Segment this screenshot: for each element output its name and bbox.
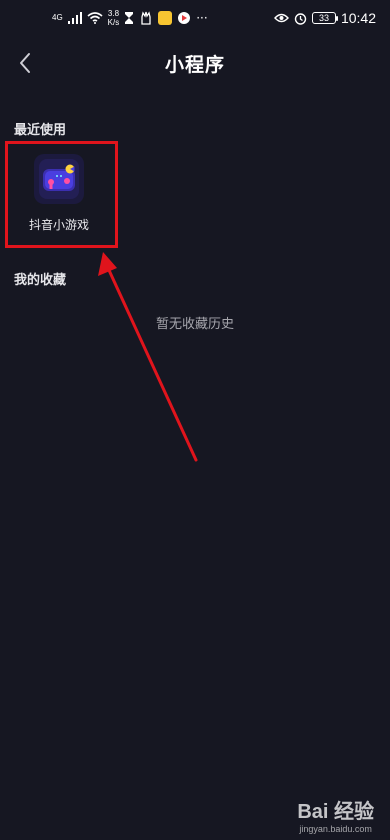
status-bar: 4G 3.8 K/s ··· 33 10:42 [0, 0, 390, 36]
favorites-section-title: 我的收藏 [14, 273, 67, 288]
app-notification-icon [158, 11, 173, 25]
net-speed-unit: K/s [107, 18, 120, 27]
favorites-empty-message: 暂无收藏历史 [155, 317, 234, 332]
hourglass-icon [125, 12, 134, 24]
status-right-group: 33 10:42 [273, 10, 376, 26]
alarm-icon [294, 12, 307, 25]
network-type: 4G [52, 13, 63, 22]
watermark-logo: Bai 经验 [297, 795, 374, 824]
battery-indicator: 33 [311, 12, 338, 24]
video-app-icon [178, 12, 191, 24]
clock: 10:42 [340, 10, 376, 26]
baidu-jingyan-watermark: Bai 经验 jingyan.baidu.com [297, 795, 374, 834]
net-speed: 3.8 K/s [108, 9, 120, 27]
recent-section-title: 最近使用 [14, 123, 67, 138]
watermark-url: jingyan.baidu.com [299, 824, 372, 834]
net-speed-value: 3.8 [107, 9, 120, 18]
eye-icon [273, 13, 289, 23]
battery-level: 33 [318, 13, 329, 23]
mini-game-app-tile[interactable]: 抖音小游戏 [18, 148, 100, 240]
header: 小程序 [0, 40, 390, 86]
app-label: 抖音小游戏 [28, 218, 89, 232]
page-title: 小程序 [164, 54, 225, 76]
hand-gesture-icon [141, 11, 151, 25]
more-notifications: ··· [196, 11, 208, 25]
status-left-group: 4G 3.8 K/s ··· [52, 9, 208, 27]
watermark-logo-text: Bai 经验 [297, 801, 374, 823]
wifi-icon [87, 12, 103, 24]
signal-strength-icon [67, 12, 82, 24]
game-controller-icon [34, 154, 84, 204]
